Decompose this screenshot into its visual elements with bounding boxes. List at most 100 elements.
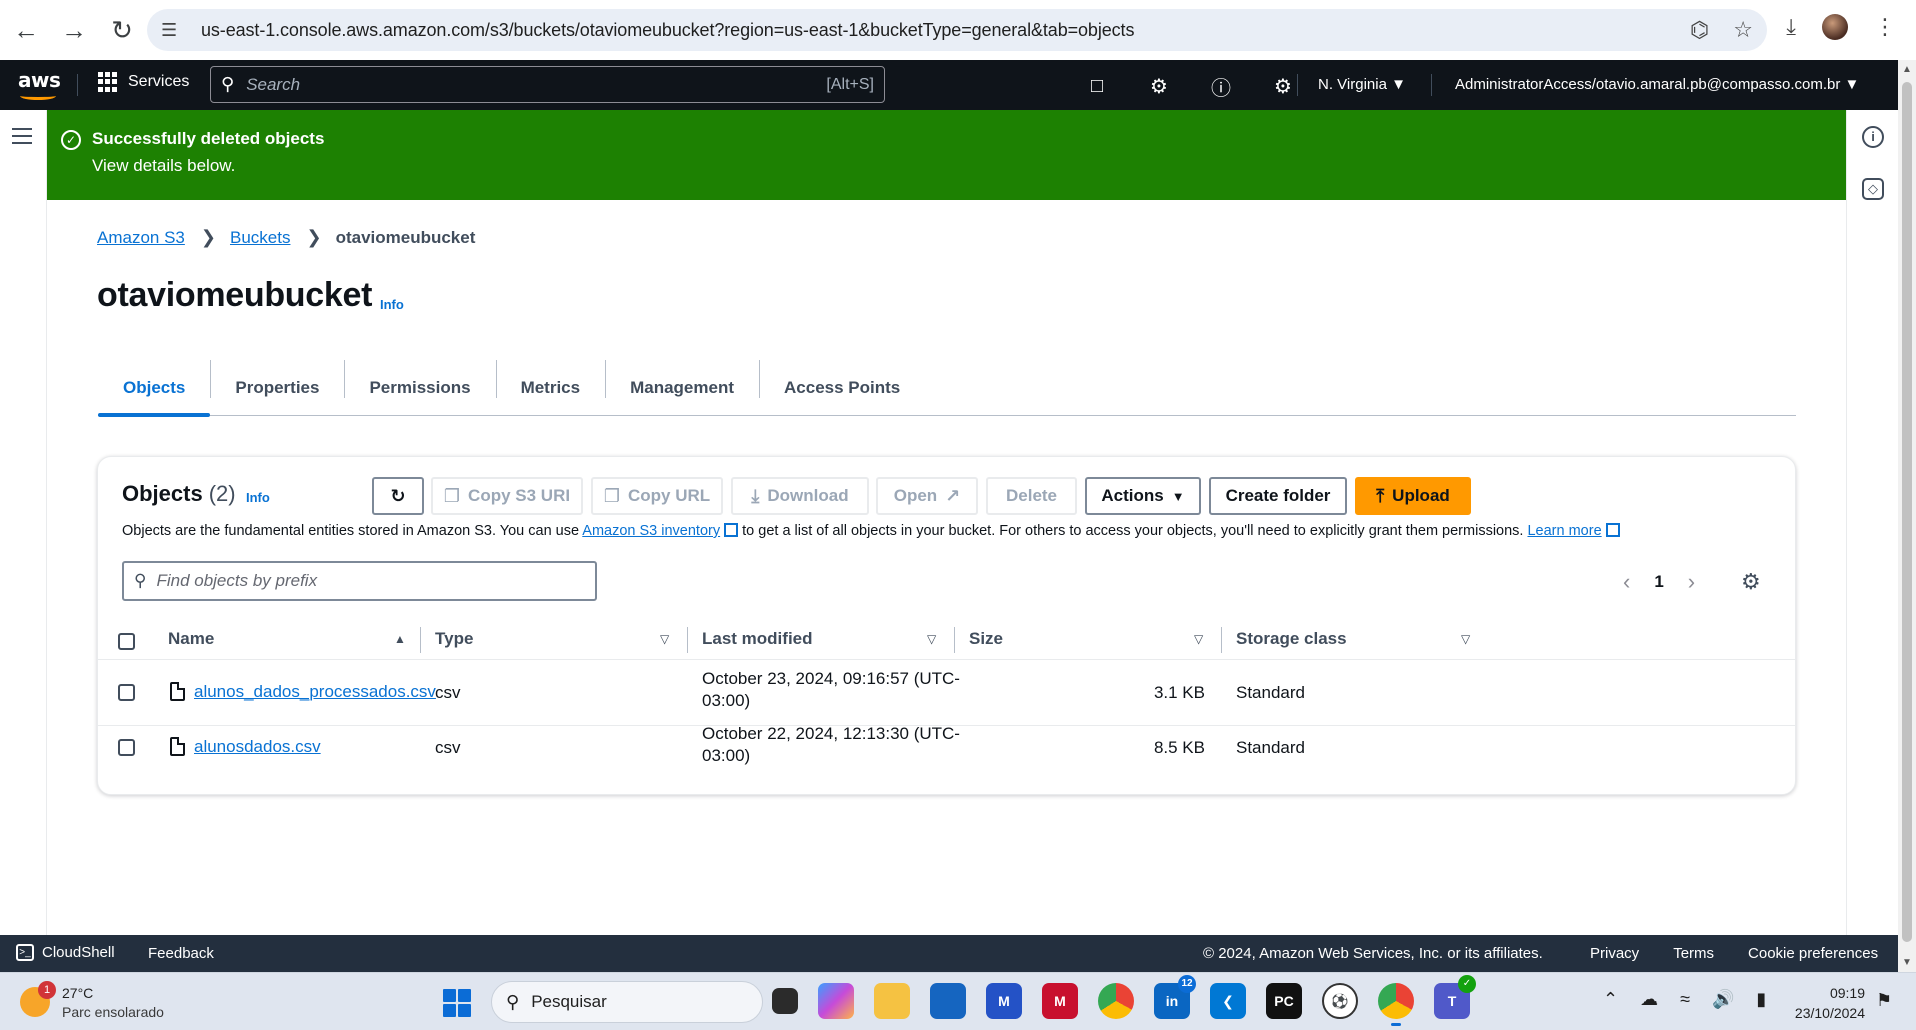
forward-arrow-icon[interactable]: → (52, 8, 96, 52)
microsoft-store-icon[interactable] (930, 983, 966, 1019)
services-menu-button[interactable]: Services (98, 72, 189, 92)
column-last-modified[interactable]: Last modified (702, 629, 813, 653)
windows-start-icon[interactable] (443, 989, 471, 1017)
copy-url-button[interactable]: ❐ Copy URL (591, 477, 723, 515)
table-preferences-gear-icon[interactable]: ⚙ (1741, 569, 1761, 595)
current-page-number[interactable]: 1 (1654, 572, 1663, 592)
row-checkbox[interactable] (118, 739, 135, 756)
upload-label: Upload (1392, 486, 1450, 505)
sort-icon[interactable]: ▽ (660, 632, 669, 646)
delete-button[interactable]: Delete (986, 477, 1077, 515)
console-search-input[interactable]: ⚲ Search [Alt+S] (210, 66, 885, 103)
upload-button[interactable]: ⤒ Upload (1355, 477, 1471, 515)
download-button[interactable]: ⤓ Download (731, 477, 869, 515)
region-selector[interactable]: N. Virginia ▼ (1318, 76, 1406, 93)
weather-widget[interactable]: 1 27°C Parc ensolarado (20, 979, 210, 1025)
cloudshell-button[interactable]: >_ CloudShell (16, 944, 115, 961)
find-objects-filter[interactable]: ⚲ (122, 561, 597, 601)
learn-more-link[interactable]: Learn more (1527, 523, 1601, 539)
pycharm-icon[interactable]: PC (1266, 983, 1302, 1019)
previous-page-icon[interactable]: ‹ (1623, 569, 1630, 595)
url-text[interactable]: us-east-1.console.aws.amazon.com/s3/buck… (201, 20, 1134, 41)
scroll-up-icon[interactable]: ▲ (1902, 64, 1912, 75)
notification-bell-icon[interactable]: ⚑ (1876, 990, 1892, 1011)
scrollbar-thumb[interactable] (1902, 82, 1912, 942)
address-bar[interactable]: ☰ us-east-1.console.aws.amazon.com/s3/bu… (147, 9, 1767, 51)
browser-menu-icon[interactable]: ⋮ (1874, 14, 1896, 40)
find-objects-input[interactable] (156, 571, 577, 591)
breadcrumb-amazon-s3[interactable]: Amazon S3 (97, 228, 185, 248)
editor-app-icon[interactable]: M (986, 983, 1022, 1019)
tab-properties[interactable]: Properties (210, 360, 344, 415)
wifi-icon[interactable]: ≈ (1680, 989, 1690, 1010)
breadcrumb-buckets[interactable]: Buckets (230, 228, 290, 248)
object-name-link[interactable]: alunos_dados_processados.csv (194, 682, 436, 702)
soccer-app-icon[interactable]: ⚽ (1322, 983, 1358, 1019)
vscode-icon[interactable]: ❮ (1210, 983, 1246, 1019)
cloudshell-icon[interactable]: □ (1066, 75, 1128, 98)
privacy-link[interactable]: Privacy (1590, 945, 1639, 962)
sort-icon[interactable]: ▽ (927, 632, 936, 646)
reload-icon[interactable]: ↻ (100, 8, 144, 52)
terms-link[interactable]: Terms (1673, 945, 1714, 962)
site-info-icon[interactable]: ☰ (161, 20, 185, 41)
amazon-q-icon[interactable]: ◇ (1862, 178, 1884, 200)
cookie-preferences-link[interactable]: Cookie preferences (1748, 945, 1878, 962)
search-icon: ⚲ (134, 571, 147, 590)
teams-icon[interactable]: T ✓ (1434, 975, 1476, 1019)
back-arrow-icon[interactable]: ← (4, 8, 48, 52)
sort-ascending-icon[interactable]: ▲ (394, 632, 406, 646)
refresh-button[interactable]: ↻ (372, 477, 424, 515)
task-view-icon[interactable] (772, 988, 798, 1014)
column-name[interactable]: Name (168, 629, 214, 653)
file-explorer-icon[interactable] (874, 983, 910, 1019)
battery-icon[interactable]: ▮ (1756, 989, 1766, 1010)
chrome-icon[interactable] (1098, 983, 1134, 1019)
objects-info-link[interactable]: Info (246, 490, 270, 505)
column-size[interactable]: Size (969, 629, 1003, 653)
tab-access-points[interactable]: Access Points (759, 360, 925, 415)
account-menu[interactable]: AdministratorAccess/otavio.amaral.pb@com… (1455, 76, 1859, 93)
tab-permissions[interactable]: Permissions (344, 360, 495, 415)
taskbar-search[interactable]: ⚲ Pesquisar (491, 981, 763, 1023)
actions-dropdown-button[interactable]: Actions ▼ (1085, 477, 1201, 515)
next-page-icon[interactable]: › (1688, 569, 1695, 595)
system-clock[interactable]: 09:19 23/10/2024 (1780, 983, 1865, 1023)
scroll-down-icon[interactable]: ▼ (1902, 957, 1912, 968)
onedrive-cloud-icon[interactable]: ☁ (1640, 989, 1658, 1010)
translate-icon[interactable]: ⌬ (1690, 17, 1709, 43)
page-info-link[interactable]: Info (380, 297, 404, 312)
s3-inventory-link[interactable]: Amazon S3 inventory (582, 523, 720, 539)
info-panel-icon[interactable]: i (1862, 126, 1884, 148)
linkedin-icon[interactable]: in 12 (1154, 975, 1196, 1019)
copy-s3-uri-button[interactable]: ❐ Copy S3 URI (431, 477, 583, 515)
show-hidden-icons-icon[interactable]: ⌃ (1603, 989, 1618, 1010)
object-name-link[interactable]: alunosdados.csv (194, 737, 321, 757)
select-all-checkbox[interactable] (118, 633, 135, 650)
row-checkbox[interactable] (118, 684, 135, 701)
tab-metrics[interactable]: Metrics (495, 360, 606, 415)
tab-objects[interactable]: Objects (98, 360, 211, 417)
sort-icon[interactable]: ▽ (1461, 632, 1470, 646)
help-icon[interactable]: ⓘ (1190, 72, 1252, 101)
bookmark-star-icon[interactable]: ☆ (1733, 17, 1753, 43)
open-button[interactable]: Open ↗ (876, 477, 978, 515)
copilot-icon[interactable] (818, 983, 854, 1019)
settings-gear-icon[interactable]: ⚙ (1252, 74, 1314, 99)
column-storage-class[interactable]: Storage class (1236, 629, 1347, 653)
chrome-profile-icon[interactable] (1378, 983, 1414, 1026)
notifications-bell-icon[interactable]: ⚙ (1128, 74, 1190, 99)
column-type[interactable]: Type (435, 629, 473, 653)
mcafee-icon[interactable]: M (1042, 983, 1078, 1019)
sort-icon[interactable]: ▽ (1194, 632, 1203, 646)
volume-icon[interactable]: 🔊 (1712, 989, 1734, 1010)
feedback-link[interactable]: Feedback (148, 945, 214, 962)
download-icon[interactable]: ⤓ (1786, 14, 1796, 40)
create-folder-button[interactable]: Create folder (1209, 477, 1347, 515)
tab-management[interactable]: Management (605, 360, 759, 415)
hamburger-menu-icon[interactable] (12, 128, 32, 149)
aws-logo[interactable]: aws (18, 68, 62, 102)
copy-s3-uri-label: Copy S3 URI (468, 486, 571, 505)
page-scrollbar[interactable]: ▲ ▼ (1898, 60, 1916, 972)
profile-avatar[interactable] (1822, 14, 1848, 40)
